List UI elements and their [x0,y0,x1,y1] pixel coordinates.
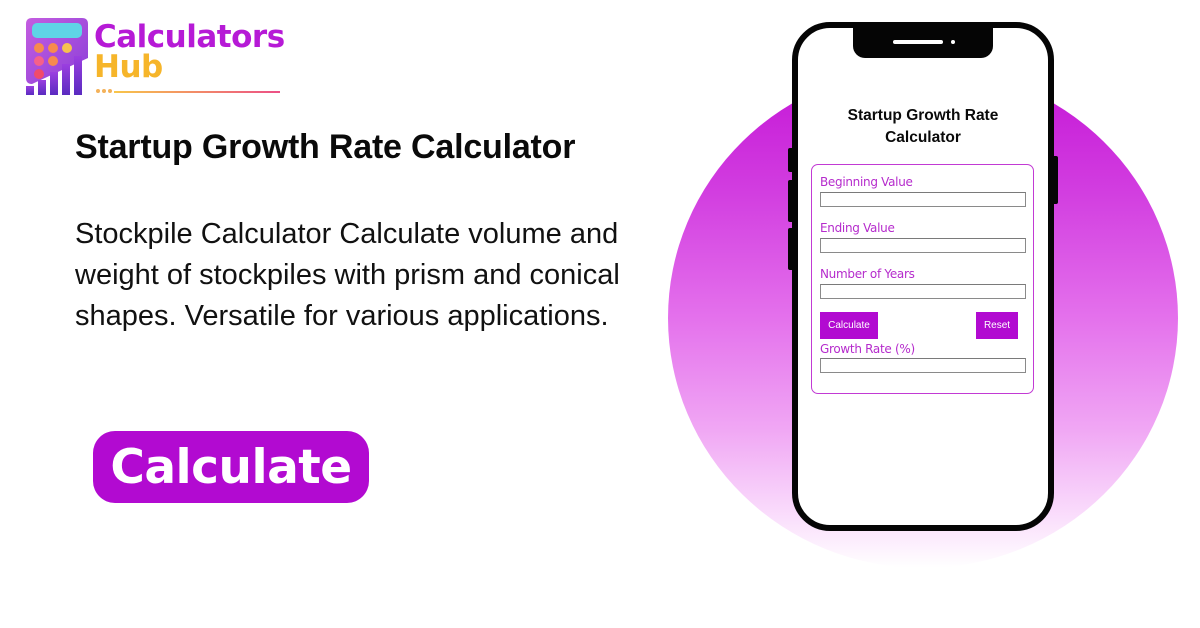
form-calculate-button[interactable]: Calculate [820,312,878,339]
brand-underline [114,91,280,93]
number-of-years-input[interactable] [820,284,1026,299]
ending-value-label: Ending Value [820,221,895,235]
calculator-form: Beginning Value Ending Value Number of Y… [811,164,1034,394]
brand-dots [96,89,112,93]
page-title: Startup Growth Rate Calculator [75,128,576,166]
calculator-screen-title: Startup Growth Rate Calculator [798,105,1048,149]
phone-notch [853,28,993,58]
calculator-chart-icon [26,18,88,95]
brand-logo[interactable]: Calculators Hub [24,14,285,98]
ending-value-input[interactable] [820,238,1026,253]
brand-name-line1: Calculators [94,19,285,55]
speaker-icon [893,40,943,44]
page-description: Stockpile Calculator Calculate volume an… [75,218,620,332]
beginning-value-label: Beginning Value [820,175,913,189]
number-of-years-label: Number of Years [820,267,915,281]
beginning-value-input[interactable] [820,192,1026,207]
brand-name: Calculators Hub [94,19,285,85]
phone-mockup: Startup Growth Rate Calculator Beginning… [792,22,1054,531]
screen-title-line2: Calculator [885,129,961,146]
calculate-cta-button[interactable]: Calculate [93,431,369,503]
camera-icon [951,40,955,44]
form-reset-button[interactable]: Reset [976,312,1018,339]
growth-rate-output[interactable] [820,358,1026,373]
screen-title-line1: Startup Growth Rate [847,107,999,124]
growth-rate-label: Growth Rate (%) [820,342,915,356]
brand-name-line2: Hub [94,49,163,85]
